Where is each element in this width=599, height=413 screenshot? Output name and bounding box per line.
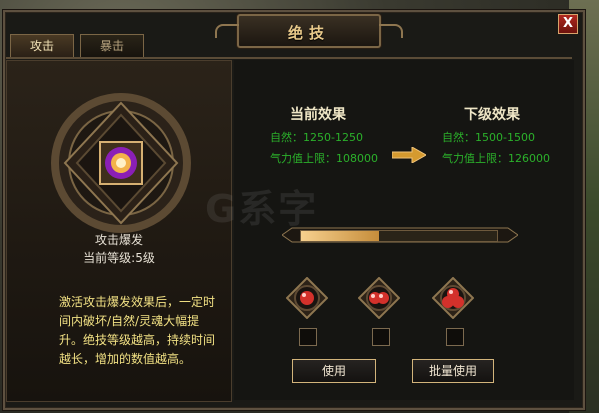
item-slot[interactable]: [431, 276, 475, 320]
item-slot[interactable]: [357, 276, 401, 320]
progress-track: [300, 230, 498, 242]
arrow-right-icon: [392, 147, 426, 163]
item-slot[interactable]: [285, 276, 329, 320]
skill-description: 激活攻击爆发效果后，一定时间内破坏/自然/灵魂大幅提升。绝技等级越高，持续时间越…: [59, 295, 216, 366]
skill-icon[interactable]: [105, 147, 137, 179]
progress-bar: [281, 224, 519, 246]
progress-fill: [301, 231, 380, 241]
red-orb-1-icon: [285, 276, 329, 320]
skill-level: 当前等级:5级: [83, 251, 155, 265]
close-icon: X: [562, 16, 574, 31]
next-effect-line2: 气力值上限：126000: [442, 152, 550, 165]
item-1-checkbox[interactable]: [299, 328, 317, 346]
skill-ornament: [51, 93, 191, 233]
current-effect-line2: 气力值上限：108000: [270, 152, 378, 165]
left-panel: 攻击爆发 当前等级:5级 激活攻击爆发效果后，一定时间内破坏/自然/灵魂大幅提升…: [6, 60, 232, 402]
tab-attack[interactable]: 攻击: [10, 34, 74, 57]
tab-crit[interactable]: 暴击: [80, 34, 144, 57]
next-effect-title: 下级效果: [464, 107, 520, 123]
item-3-checkbox[interactable]: [446, 328, 464, 346]
use-button[interactable]: 使用: [292, 359, 376, 383]
next-effect-line1: 自然：1500-1500: [442, 131, 535, 144]
current-effect-title: 当前效果: [290, 107, 346, 123]
window-title: 绝技: [287, 24, 330, 42]
skill-name: 攻击爆发: [94, 233, 143, 247]
red-orb-3-icon: [431, 276, 475, 320]
item-2-checkbox[interactable]: [372, 328, 390, 346]
current-effect-line1: 自然：1250-1250: [270, 131, 363, 144]
title-plate: 绝技: [215, 14, 403, 48]
game-ui: { "window": { "title": "绝技", "close_labe…: [0, 0, 599, 413]
red-orb-2-icon: [357, 276, 401, 320]
batch-use-button[interactable]: 批量使用: [412, 359, 494, 383]
tab-divider: [6, 57, 572, 59]
close-button[interactable]: X: [558, 14, 578, 34]
